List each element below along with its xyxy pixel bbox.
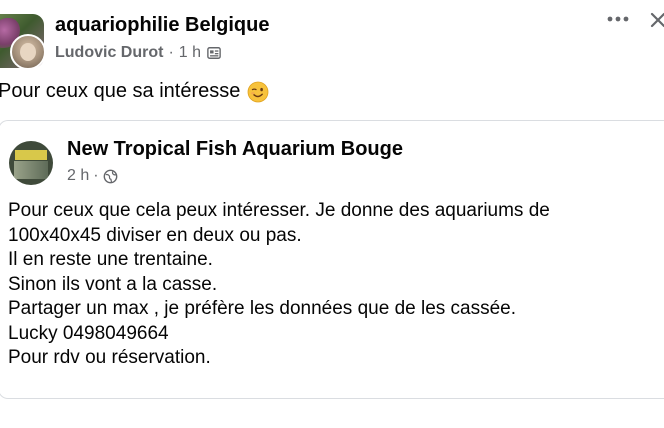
shop-sign-image [15,150,47,160]
shared-message-line: Pour ceux que cela peux intéresser. Je d… [8,200,550,221]
post-message-text: Pour ceux que sa intéresse [0,80,241,102]
more-horizontal-icon [607,16,629,22]
shared-message-line: Sinon ils vont a la casse. [8,273,218,295]
author-avatar-image [20,43,36,61]
group-name-link[interactable]: aquariophilie Belgique [55,14,269,37]
author-avatar[interactable] [10,34,46,70]
shared-message-line: 100x40x45 diviser en deux ou pas. [8,224,302,246]
page-avatar[interactable] [9,141,53,185]
author-name-link[interactable]: Ludovic Durot [55,44,163,62]
meta-separator: · [168,44,174,61]
globe-icon [103,169,117,183]
post-message: Pour ceux que sa intéresse [0,80,269,103]
shared-post-message: Pour ceux que cela peux intéresser. Je d… [8,199,658,371]
group-members-icon [207,47,221,59]
shared-message-line: Pour rdv ou réservation. [8,347,211,368]
shared-post-meta: 2 h · [67,167,118,185]
more-options-button[interactable] [605,6,631,32]
shared-message-line[interactable]: Lucky 0498049664 [8,322,658,347]
shop-front-image [14,161,48,179]
shared-message-line: Partager un max , je préfère les données… [8,298,517,319]
shared-message-line: Il en reste une trentaine. [8,249,213,270]
close-icon[interactable] [648,10,664,30]
post-timestamp[interactable]: 1 h [179,44,201,62]
shared-post-timestamp[interactable]: 2 h [67,167,89,185]
shared-page-name-link[interactable]: New Tropical Fish Aquarium Bouge [67,138,403,161]
winking-face-emoji [247,81,269,102]
post-meta: Ludovic Durot · 1 h [55,44,221,62]
facebook-group-post: aquariophilie Belgique Ludovic Durot · 1… [0,0,664,428]
shared-meta-separator: · [93,167,99,184]
